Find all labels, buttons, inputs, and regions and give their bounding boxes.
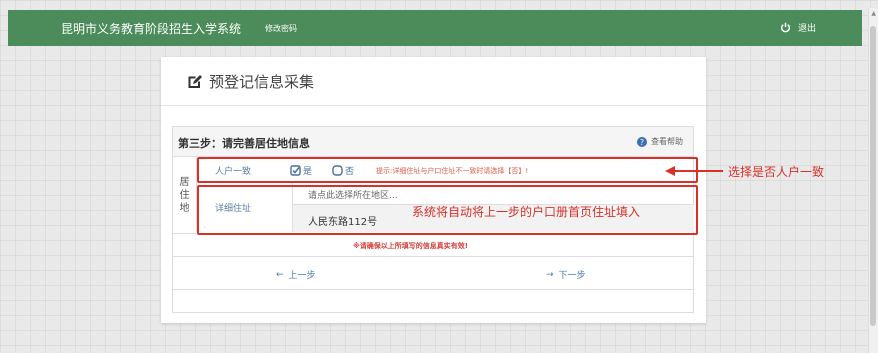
address-annotation: 系统将自动将上一步的户口册首页住址填入: [412, 205, 641, 219]
step-navigation: ← 上一步 → 下一步: [173, 258, 693, 290]
help-label: 查看帮助: [651, 137, 683, 146]
section-char: 居: [179, 176, 190, 188]
scroll-thumb[interactable]: [870, 26, 876, 326]
arrow-right-icon: →: [546, 269, 554, 280]
notice-row: ※请确保以上所填写的信息真实有效!: [173, 233, 693, 257]
household-highlight-box: [197, 157, 698, 183]
scrollbar[interactable]: ▲: [868, 8, 878, 353]
section-char: 住: [179, 189, 190, 201]
residence-section-label: 居 住 地: [173, 158, 197, 232]
page-title: 预登记信息采集: [209, 73, 315, 91]
change-password-link[interactable]: 修改密码: [265, 23, 297, 34]
logout-button[interactable]: 退出: [780, 21, 816, 34]
logout-label: 退出: [798, 24, 817, 34]
help-link[interactable]: ? 查看帮助: [637, 136, 683, 147]
help-icon: ?: [637, 136, 647, 147]
truthfulness-notice: ※请确保以上所填写的信息真实有效!: [353, 242, 468, 250]
prev-step-button[interactable]: ← 上一步: [276, 268, 316, 282]
arrow-left-icon: ←: [276, 269, 284, 280]
page-heading: 预登记信息采集: [187, 71, 314, 92]
top-navbar: 昆明市义务教育阶段招生入学系统 修改密码 退出: [8, 10, 862, 46]
step-header: 第三步：请完善居住地信息 ? 查看帮助: [173, 127, 693, 157]
next-step-label: 下一步: [558, 271, 586, 281]
app-title: 昆明市义务教育阶段招生入学系统: [61, 22, 242, 36]
prev-step-label: 上一步: [288, 271, 316, 281]
section-char: 地: [179, 202, 190, 214]
step-title: 第三步：请完善居住地信息: [178, 137, 310, 150]
next-step-button[interactable]: → 下一步: [546, 268, 586, 282]
divider: [161, 105, 706, 106]
svg-text:?: ?: [640, 138, 644, 147]
household-annotation: 选择是否人户一致: [728, 165, 825, 179]
power-icon: [780, 22, 791, 33]
edit-icon: [188, 74, 202, 88]
scroll-up-icon[interactable]: ▲: [871, 10, 876, 17]
annotation-arrow-icon: [665, 166, 723, 176]
